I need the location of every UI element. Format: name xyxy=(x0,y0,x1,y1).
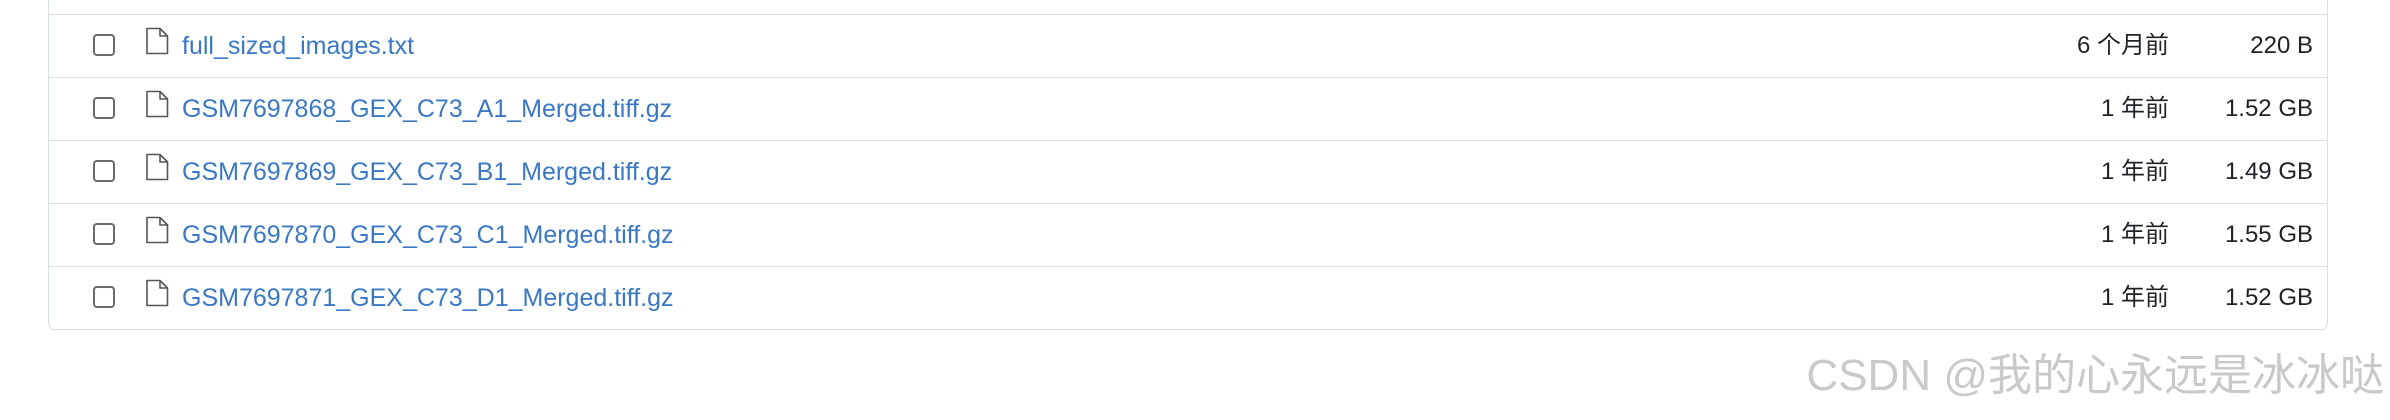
file-row[interactable]: GSM7697869_GEX_C73_B1_Merged.tiff.gz 1 年… xyxy=(49,141,2327,204)
file-modified-age: 6 个月前 xyxy=(2076,32,2169,59)
file-size: 1.52 GB xyxy=(2224,284,2313,311)
file-list-table: full_sized_images.txt 6 个月前 220 B GSM769… xyxy=(48,0,2328,330)
file-icon xyxy=(145,90,169,118)
select-checkbox[interactable] xyxy=(93,223,115,245)
file-row[interactable]: full_sized_images.txt 6 个月前 220 B xyxy=(49,15,2327,78)
file-name-link[interactable]: full_sized_images.txt xyxy=(182,30,414,62)
file-name-link[interactable]: GSM7697870_GEX_C73_C1_Merged.tiff.gz xyxy=(182,219,674,251)
file-size: 1.52 GB xyxy=(2224,95,2313,122)
select-checkbox[interactable] xyxy=(93,286,115,308)
file-size: 1.49 GB xyxy=(2224,158,2313,185)
file-icon xyxy=(145,216,169,244)
file-icon xyxy=(145,27,169,55)
file-name-link[interactable]: GSM7697871_GEX_C73_D1_Merged.tiff.gz xyxy=(182,282,674,314)
file-row[interactable]: GSM7697870_GEX_C73_C1_Merged.tiff.gz 1 年… xyxy=(49,204,2327,267)
file-size: 220 B xyxy=(2250,32,2313,59)
file-row[interactable]: GSM7697871_GEX_C73_D1_Merged.tiff.gz 1 年… xyxy=(49,267,2327,329)
table-header-edge xyxy=(49,0,2327,15)
file-modified-age: 1 年前 xyxy=(2100,95,2169,122)
select-checkbox[interactable] xyxy=(93,97,115,119)
file-name-link[interactable]: GSM7697869_GEX_C73_B1_Merged.tiff.gz xyxy=(182,156,672,188)
file-row[interactable]: GSM7697868_GEX_C73_A1_Merged.tiff.gz 1 年… xyxy=(49,78,2327,141)
file-size: 1.55 GB xyxy=(2224,221,2313,248)
csdn-watermark: CSDN @我的心永远是冰冰哒 xyxy=(1806,351,2384,400)
file-icon xyxy=(145,279,169,307)
file-modified-age: 1 年前 xyxy=(2100,221,2169,248)
file-name-link[interactable]: GSM7697868_GEX_C73_A1_Merged.tiff.gz xyxy=(182,93,672,125)
file-modified-age: 1 年前 xyxy=(2100,284,2169,311)
file-modified-age: 1 年前 xyxy=(2100,158,2169,185)
select-checkbox[interactable] xyxy=(93,160,115,182)
select-checkbox[interactable] xyxy=(93,34,115,56)
file-icon xyxy=(145,153,169,181)
